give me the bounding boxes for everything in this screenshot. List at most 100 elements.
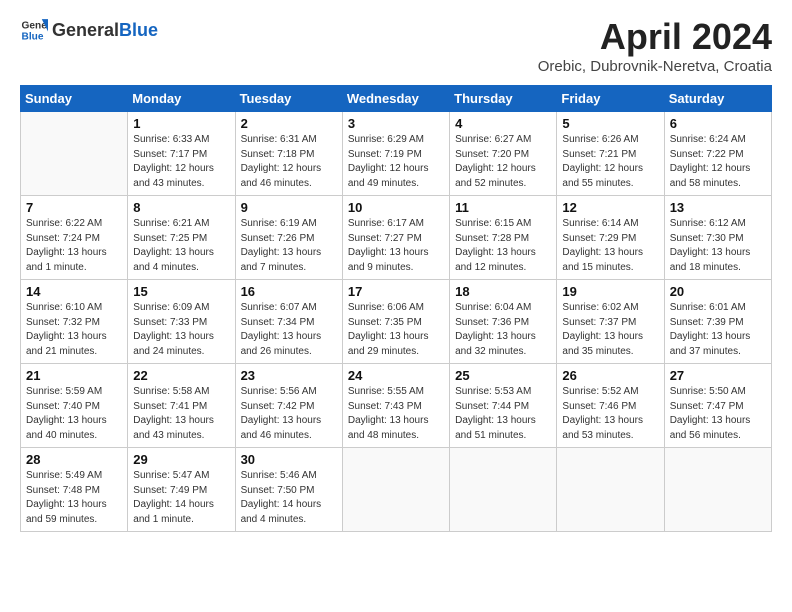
weekday-header-monday: Monday (128, 86, 235, 112)
day-number: 23 (241, 368, 337, 383)
header: General Blue General Blue April 2024 Ore… (20, 16, 772, 75)
calendar-cell: 11 Sunrise: 6:15 AMSunset: 7:28 PMDayligh… (450, 196, 557, 280)
calendar-cell: 30Sunrise: 5:46 AMSunset: 7:50 PMDayligh… (235, 448, 342, 532)
day-number: 24 (348, 368, 444, 383)
day-info: Sunrise: 5:53 AMSunset: 7:44 PMDaylight:… (455, 385, 551, 443)
calendar-cell: 18 Sunrise: 6:04 AMSunset: 7:36 PMDayligh… (450, 280, 557, 364)
day-number: 27 (670, 368, 766, 383)
day-number: 5 (562, 116, 658, 131)
day-number: 26 (562, 368, 658, 383)
day-info: Sunrise: 6:22 AMSunset: 7:24 PMDaylight:… (26, 217, 122, 275)
day-info: Sunrise: 6:26 AMSunset: 7:21 PMDaylight:… (562, 133, 658, 191)
day-number: 20 (670, 284, 766, 299)
calendar-cell: 27Sunrise: 5:50 AMSunset: 7:47 PMDayligh… (664, 364, 771, 448)
weekday-header-sunday: Sunday (21, 86, 128, 112)
day-info: Sunrise: 6:04 AMSunset: 7:36 PMDaylight:… (455, 301, 551, 359)
day-number: 16 (241, 284, 337, 299)
day-info: Sunrise: 5:49 AMSunset: 7:48 PMDaylight:… (26, 469, 122, 527)
day-info: Sunrise: 6:21 AMSunset: 7:25 PMDaylight:… (133, 217, 229, 275)
calendar-cell (557, 448, 664, 532)
day-number: 12 (562, 200, 658, 215)
day-number: 8 (133, 200, 229, 215)
svg-text:Blue: Blue (22, 31, 44, 42)
day-info: Sunrise: 5:47 AMSunset: 7:49 PMDaylight:… (133, 469, 229, 527)
day-info: Sunrise: 5:52 AMSunset: 7:46 PMDaylight:… (562, 385, 658, 443)
day-info: Sunrise: 6:15 AMSunset: 7:28 PMDaylight:… (455, 217, 551, 275)
day-info: Sunrise: 5:58 AMSunset: 7:41 PMDaylight:… (133, 385, 229, 443)
day-number: 22 (133, 368, 229, 383)
calendar-cell: 19Sunrise: 6:02 AMSunset: 7:37 PMDayligh… (557, 280, 664, 364)
day-number: 21 (26, 368, 122, 383)
calendar-cell (664, 448, 771, 532)
day-info: Sunrise: 6:24 AMSunset: 7:22 PMDaylight:… (670, 133, 766, 191)
day-info: Sunrise: 6:10 AMSunset: 7:32 PMDaylight:… (26, 301, 122, 359)
day-info: Sunrise: 5:46 AMSunset: 7:50 PMDaylight:… (241, 469, 337, 527)
calendar-cell: 29 Sunrise: 5:47 AMSunset: 7:49 PMDayligh… (128, 448, 235, 532)
day-number: 17 (348, 284, 444, 299)
day-number: 3 (348, 116, 444, 131)
calendar-cell: 4Sunrise: 6:27 AMSunset: 7:20 PMDaylight… (450, 112, 557, 196)
day-info: Sunrise: 6:01 AMSunset: 7:39 PMDaylight:… (670, 301, 766, 359)
day-number: 25 (455, 368, 551, 383)
calendar-week-row: 21 Sunrise: 5:59 AMSunset: 7:40 PMDayligh… (21, 364, 772, 448)
calendar-cell: 7 Sunrise: 6:22 AMSunset: 7:24 PMDaylight… (21, 196, 128, 280)
calendar-cell: 8 Sunrise: 6:21 AMSunset: 7:25 PMDaylight… (128, 196, 235, 280)
day-number: 11 (455, 200, 551, 215)
calendar-cell (21, 112, 128, 196)
logo: General Blue General Blue (20, 16, 158, 44)
calendar-cell: 2 Sunrise: 6:31 AMSunset: 7:18 PMDaylight… (235, 112, 342, 196)
calendar-cell: 12 Sunrise: 6:14 AMSunset: 7:29 PMDayligh… (557, 196, 664, 280)
day-info: Sunrise: 6:29 AMSunset: 7:19 PMDaylight:… (348, 133, 444, 191)
day-info: Sunrise: 6:09 AMSunset: 7:33 PMDaylight:… (133, 301, 229, 359)
title-area: April 2024 Orebic, Dubrovnik-Neretva, Cr… (538, 16, 772, 75)
calendar-cell: 20 Sunrise: 6:01 AMSunset: 7:39 PMDayligh… (664, 280, 771, 364)
day-number: 14 (26, 284, 122, 299)
day-number: 18 (455, 284, 551, 299)
day-number: 28 (26, 452, 122, 467)
calendar-cell: 13 Sunrise: 6:12 AMSunset: 7:30 PMDayligh… (664, 196, 771, 280)
calendar-cell: 15 Sunrise: 6:09 AMSunset: 7:33 PMDayligh… (128, 280, 235, 364)
calendar-cell: 14 Sunrise: 6:10 AMSunset: 7:32 PMDayligh… (21, 280, 128, 364)
calendar-cell: 6Sunrise: 6:24 AMSunset: 7:22 PMDaylight… (664, 112, 771, 196)
logo-general-text: General (52, 20, 119, 41)
calendar-table: SundayMondayTuesdayWednesdayThursdayFrid… (20, 85, 772, 532)
calendar-cell: 3 Sunrise: 6:29 AMSunset: 7:19 PMDaylight… (342, 112, 449, 196)
calendar-cell: 21 Sunrise: 5:59 AMSunset: 7:40 PMDayligh… (21, 364, 128, 448)
day-info: Sunrise: 5:59 AMSunset: 7:40 PMDaylight:… (26, 385, 122, 443)
logo-blue-text: Blue (119, 20, 158, 41)
calendar-cell (450, 448, 557, 532)
location-subtitle: Orebic, Dubrovnik-Neretva, Croatia (538, 58, 772, 75)
day-number: 7 (26, 200, 122, 215)
logo-icon: General Blue (20, 16, 48, 44)
month-title: April 2024 (538, 16, 772, 58)
day-info: Sunrise: 6:19 AMSunset: 7:26 PMDaylight:… (241, 217, 337, 275)
calendar-cell: 25 Sunrise: 5:53 AMSunset: 7:44 PMDayligh… (450, 364, 557, 448)
calendar-cell: 26 Sunrise: 5:52 AMSunset: 7:46 PMDayligh… (557, 364, 664, 448)
calendar-cell: 22 Sunrise: 5:58 AMSunset: 7:41 PMDayligh… (128, 364, 235, 448)
weekday-header-thursday: Thursday (450, 86, 557, 112)
weekday-header-row: SundayMondayTuesdayWednesdayThursdayFrid… (21, 86, 772, 112)
day-info: Sunrise: 6:14 AMSunset: 7:29 PMDaylight:… (562, 217, 658, 275)
day-info: Sunrise: 6:12 AMSunset: 7:30 PMDaylight:… (670, 217, 766, 275)
calendar-week-row: 1Sunrise: 6:33 AMSunset: 7:17 PMDaylight… (21, 112, 772, 196)
calendar-body: 1Sunrise: 6:33 AMSunset: 7:17 PMDaylight… (21, 112, 772, 532)
weekday-header-friday: Friday (557, 86, 664, 112)
day-number: 1 (133, 116, 229, 131)
weekday-header-wednesday: Wednesday (342, 86, 449, 112)
calendar-week-row: 14 Sunrise: 6:10 AMSunset: 7:32 PMDayligh… (21, 280, 772, 364)
day-number: 13 (670, 200, 766, 215)
day-info: Sunrise: 6:02 AMSunset: 7:37 PMDaylight:… (562, 301, 658, 359)
calendar-header: SundayMondayTuesdayWednesdayThursdayFrid… (21, 86, 772, 112)
day-number: 29 (133, 452, 229, 467)
day-number: 15 (133, 284, 229, 299)
day-info: Sunrise: 6:31 AMSunset: 7:18 PMDaylight:… (241, 133, 337, 191)
calendar-cell: 9Sunrise: 6:19 AMSunset: 7:26 PMDaylight… (235, 196, 342, 280)
day-info: Sunrise: 6:07 AMSunset: 7:34 PMDaylight:… (241, 301, 337, 359)
day-number: 2 (241, 116, 337, 131)
calendar-cell: 17 Sunrise: 6:06 AMSunset: 7:35 PMDayligh… (342, 280, 449, 364)
day-info: Sunrise: 6:17 AMSunset: 7:27 PMDaylight:… (348, 217, 444, 275)
day-info: Sunrise: 6:27 AMSunset: 7:20 PMDaylight:… (455, 133, 551, 191)
day-info: Sunrise: 5:55 AMSunset: 7:43 PMDaylight:… (348, 385, 444, 443)
day-number: 10 (348, 200, 444, 215)
day-info: Sunrise: 6:06 AMSunset: 7:35 PMDaylight:… (348, 301, 444, 359)
